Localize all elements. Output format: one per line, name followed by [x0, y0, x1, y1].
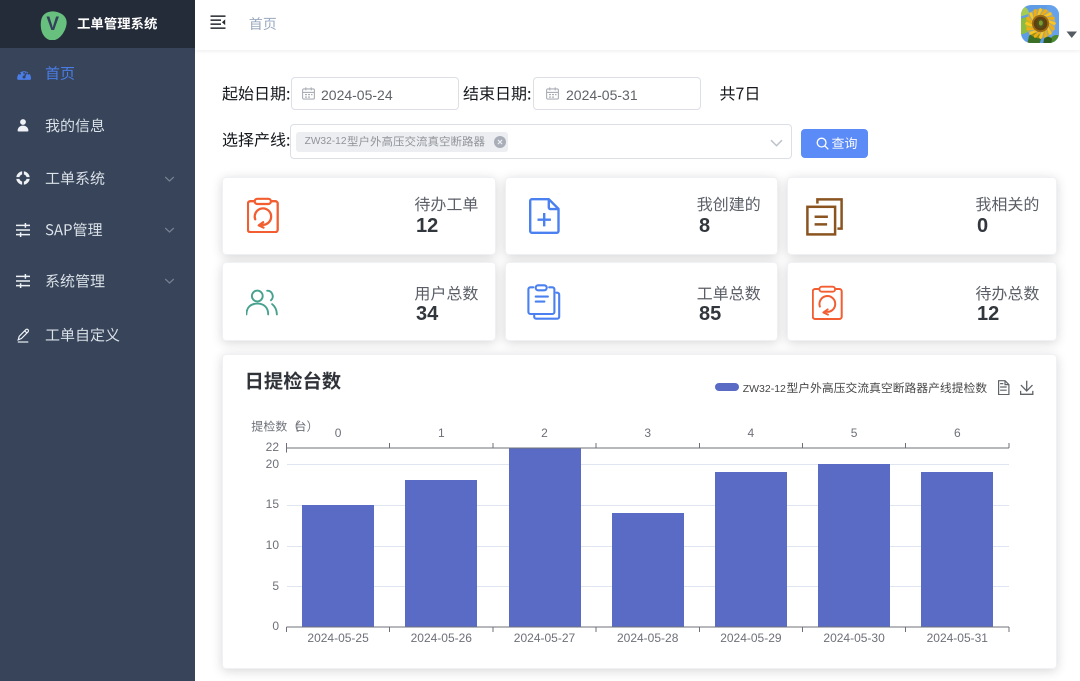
svg-text:V: V	[46, 14, 59, 35]
